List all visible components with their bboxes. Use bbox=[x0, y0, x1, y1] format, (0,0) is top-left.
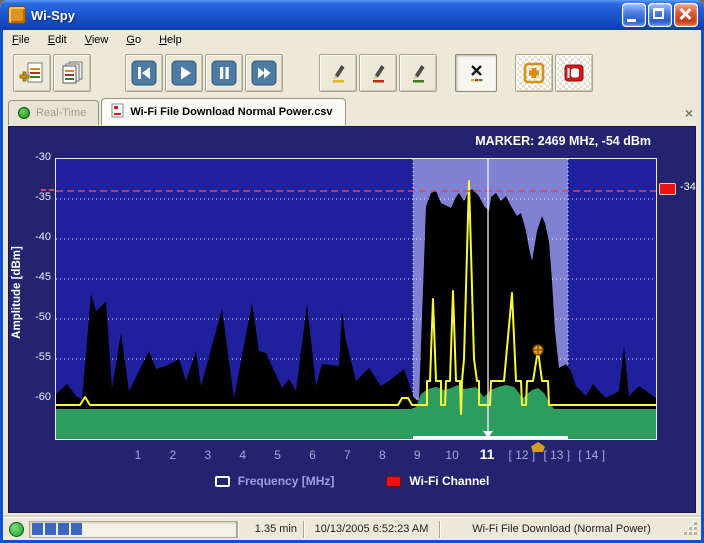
y-axis-tick-label: -60 bbox=[35, 391, 51, 403]
pause-icon bbox=[211, 60, 237, 86]
tab-file[interactable]: Wi-Fi File Download Normal Power.csv bbox=[101, 98, 346, 125]
plot-area[interactable] bbox=[55, 158, 657, 440]
wifi-channel-swatch-icon bbox=[386, 475, 402, 487]
current-file: Wi-Fi File Download (Normal Power) bbox=[439, 520, 683, 538]
tab-real-time-label: Real-Time bbox=[36, 106, 87, 119]
y-axis-tick-label: -40 bbox=[35, 231, 51, 243]
y-axis-tick-label: -55 bbox=[35, 351, 51, 363]
copy-capture-button[interactable] bbox=[53, 54, 91, 92]
marker-readout: MARKER: 2469 MHz, -54 dBm bbox=[475, 134, 651, 148]
chart-panel: MARKER: 2469 MHz, -54 dBm Amplitude [dBm… bbox=[8, 126, 696, 513]
threshold-handle[interactable] bbox=[659, 183, 676, 195]
skip-to-start-button[interactable] bbox=[125, 54, 163, 92]
tab-bar: Real-Time Wi-Fi File Download Normal Pow… bbox=[3, 97, 701, 125]
x-axis-channel-label[interactable]: [ 14 ] bbox=[562, 448, 622, 462]
chart-legend: Frequency [MHz] Wi-Fi Channel bbox=[9, 474, 695, 488]
titlebar[interactable]: Wi-Spy bbox=[0, 0, 704, 30]
maximize-icon bbox=[653, 8, 664, 19]
progress-indicator bbox=[29, 520, 237, 538]
pen-green-button[interactable] bbox=[399, 54, 437, 92]
menubar: File Edit View Go Help bbox=[3, 30, 701, 50]
pen-red-button[interactable] bbox=[359, 54, 397, 92]
status-led-icon bbox=[9, 521, 24, 537]
legend-wifi-channel-label: Wi-Fi Channel bbox=[409, 474, 490, 488]
pencil-green-icon bbox=[406, 61, 430, 85]
minimize-button[interactable] bbox=[622, 3, 646, 27]
threshold-label: -34 bbox=[680, 181, 696, 193]
threshold-dash-left bbox=[41, 189, 54, 191]
legend-wifi-channel: Wi-Fi Channel bbox=[386, 474, 489, 488]
document-icon bbox=[111, 103, 124, 121]
resize-grip[interactable] bbox=[684, 521, 698, 536]
frequency-swatch-icon bbox=[214, 475, 230, 487]
wispy-window: Wi-Spy File Edit View Go Help Real-Time … bbox=[0, 0, 704, 543]
menu-item-edit[interactable]: Edit bbox=[39, 32, 76, 48]
timestamp: 10/13/2005 6:52:23 AM bbox=[303, 520, 439, 538]
y-axis-tick-label: -45 bbox=[35, 271, 51, 283]
y-axis-tick-label: -50 bbox=[35, 311, 51, 323]
app-icon[interactable] bbox=[8, 6, 26, 24]
elapsed-time: 1.35 min bbox=[237, 520, 303, 538]
pencil-red-icon bbox=[366, 61, 390, 85]
close-icon bbox=[678, 7, 692, 21]
marker-tool-icon bbox=[561, 60, 587, 86]
legend-frequency-label: Frequency [MHz] bbox=[237, 474, 335, 488]
play-button[interactable] bbox=[165, 54, 203, 92]
fast-forward-icon bbox=[251, 60, 277, 86]
window-title: Wi-Spy bbox=[31, 7, 75, 23]
tab-close-icon[interactable]: × bbox=[685, 106, 693, 120]
toolbar bbox=[3, 49, 704, 97]
menu-item-go[interactable]: Go bbox=[117, 32, 150, 48]
progress-block bbox=[58, 523, 69, 535]
close-button[interactable] bbox=[674, 3, 698, 27]
progress-block bbox=[45, 523, 56, 535]
minimize-icon bbox=[627, 19, 636, 22]
menu-item-help[interactable]: Help bbox=[150, 32, 191, 48]
play-icon bbox=[171, 60, 197, 86]
menu-item-view[interactable]: View bbox=[76, 32, 118, 48]
pen-yellow-button[interactable] bbox=[319, 54, 357, 92]
fit-view-icon bbox=[521, 60, 547, 86]
legend-frequency: Frequency [MHz] bbox=[214, 474, 335, 488]
status-dot-icon bbox=[18, 106, 30, 119]
clear-x-icon bbox=[464, 61, 488, 85]
new-capture-button[interactable] bbox=[13, 54, 51, 92]
fit-view-button[interactable] bbox=[515, 54, 553, 92]
fast-forward-button[interactable] bbox=[245, 54, 283, 92]
tab-file-label: Wi-Fi File Download Normal Power.csv bbox=[130, 105, 333, 118]
y-axis-tick-label: -30 bbox=[35, 151, 51, 163]
window-border bbox=[0, 30, 3, 543]
y-axis-tick-label: -35 bbox=[35, 191, 51, 203]
maximize-button[interactable] bbox=[648, 3, 672, 27]
copy-documents-icon bbox=[59, 60, 85, 86]
progress-block bbox=[32, 523, 43, 535]
pause-button[interactable] bbox=[205, 54, 243, 92]
progress-block bbox=[71, 523, 82, 535]
menu-item-file[interactable]: File bbox=[3, 32, 39, 48]
pencil-yellow-icon bbox=[326, 61, 350, 85]
tab-real-time[interactable]: Real-Time bbox=[8, 100, 100, 125]
new-document-icon bbox=[19, 60, 45, 86]
clear-traces-button[interactable] bbox=[455, 54, 497, 92]
marker-tool-button[interactable] bbox=[555, 54, 593, 92]
marker-flag-icon[interactable] bbox=[531, 442, 545, 452]
skip-to-start-icon bbox=[131, 60, 157, 86]
status-bar: 1.35 min 10/13/2005 6:52:23 AM Wi-Fi Fil… bbox=[3, 517, 701, 540]
